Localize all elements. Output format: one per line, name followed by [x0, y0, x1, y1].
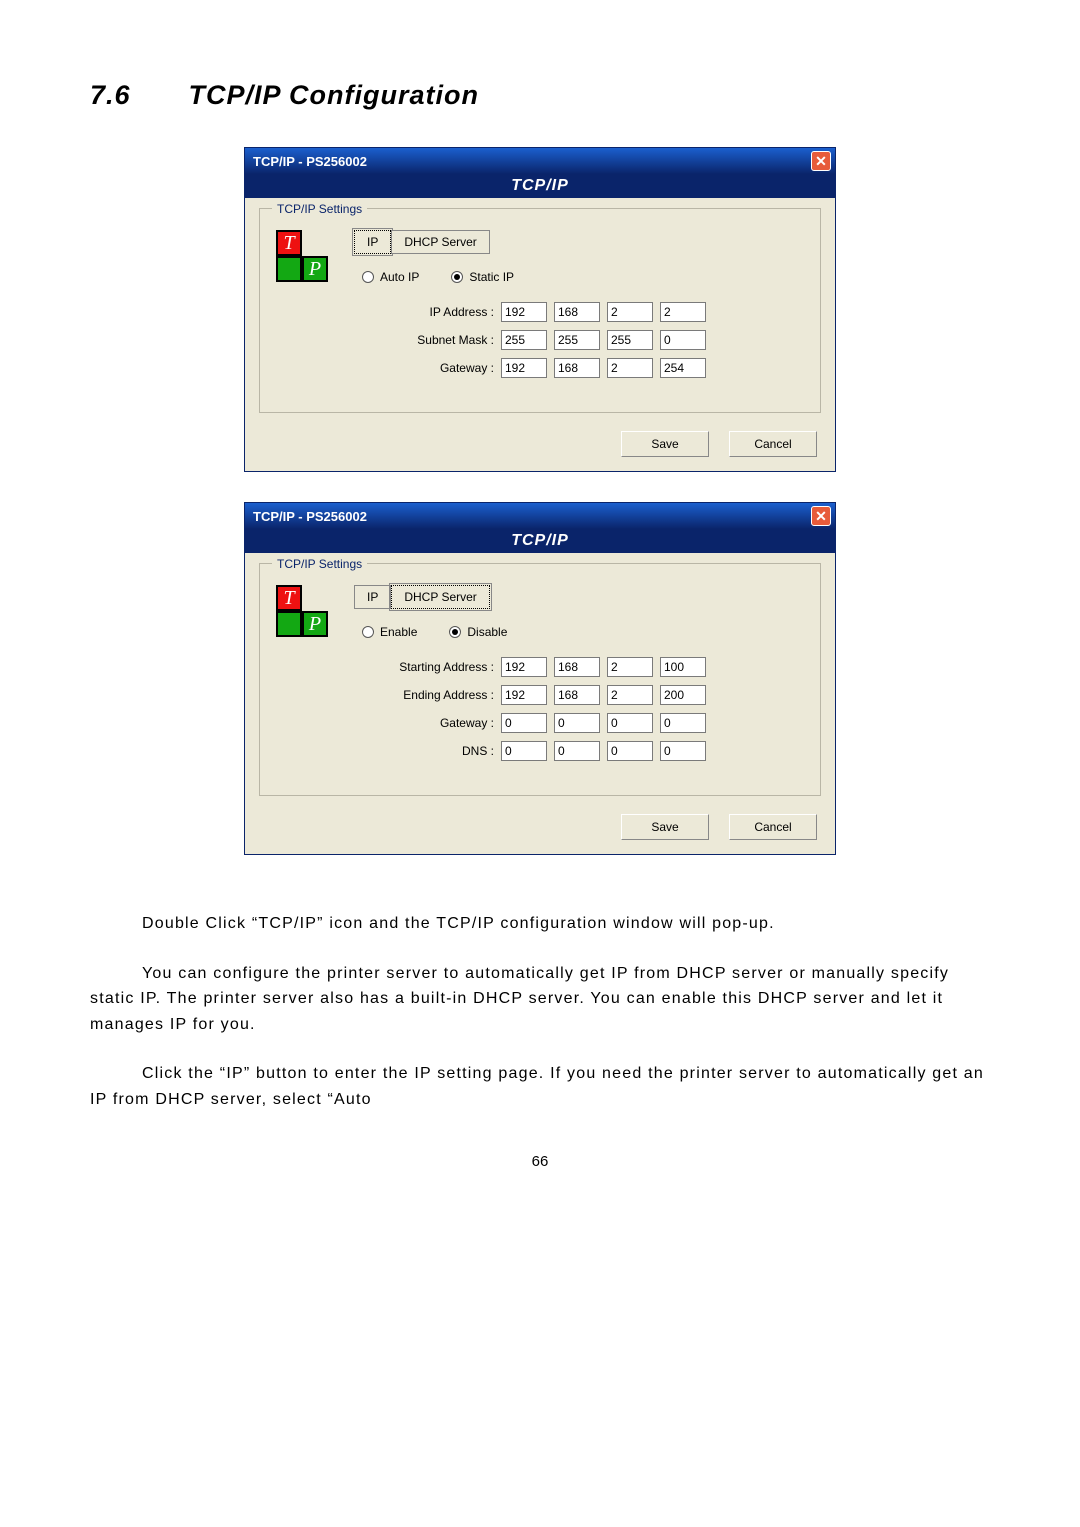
tab-ip[interactable]: IP: [354, 585, 391, 609]
screenshots-area: TCP/IP - PS256002 ✕ TCP/IP TCP/IP Settin…: [90, 147, 990, 855]
gw-octet-1[interactable]: [501, 358, 547, 378]
paragraph-2: You can configure the printer server to …: [90, 961, 990, 1038]
heading-number: 7.6: [90, 80, 180, 111]
row-gateway: Gateway :: [374, 713, 804, 733]
label-gateway: Gateway :: [374, 361, 494, 375]
ip-octet-1[interactable]: [501, 302, 547, 322]
close-button[interactable]: ✕: [811, 151, 831, 171]
window-title: TCP/IP - PS256002: [253, 154, 367, 169]
gw-octet-4[interactable]: [660, 713, 706, 733]
tcpip-settings-group: TCP/IP Settings T P IP DHCP Server: [259, 563, 821, 796]
mask-octet-4[interactable]: [660, 330, 706, 350]
start-octet-3[interactable]: [607, 657, 653, 677]
window-title: TCP/IP - PS256002: [253, 509, 367, 524]
radio-label: Auto IP: [380, 270, 419, 284]
row-starting-address: Starting Address :: [374, 657, 804, 677]
gw-octet-1[interactable]: [501, 713, 547, 733]
ip-octet-3[interactable]: [607, 302, 653, 322]
row-subnet-mask: Subnet Mask :: [374, 330, 804, 350]
start-octet-2[interactable]: [554, 657, 600, 677]
paragraph-1: Double Click “TCP/IP” icon and the TCP/I…: [90, 911, 990, 937]
gw-octet-3[interactable]: [607, 358, 653, 378]
titlebar: TCP/IP - PS256002 ✕: [245, 148, 835, 174]
save-button[interactable]: Save: [621, 814, 709, 840]
end-octet-4[interactable]: [660, 685, 706, 705]
label-gateway: Gateway :: [374, 716, 494, 730]
end-octet-2[interactable]: [554, 685, 600, 705]
close-icon: ✕: [815, 153, 827, 170]
close-button[interactable]: ✕: [811, 506, 831, 526]
header-band: TCP/IP: [245, 529, 835, 553]
dns-octet-3[interactable]: [607, 741, 653, 761]
fieldset-legend: TCP/IP Settings: [272, 557, 367, 571]
radio-icon: [449, 626, 461, 638]
label-end: Ending Address :: [374, 688, 494, 702]
end-octet-1[interactable]: [501, 685, 547, 705]
close-icon: ✕: [815, 508, 827, 525]
start-octet-1[interactable]: [501, 657, 547, 677]
mask-octet-1[interactable]: [501, 330, 547, 350]
row-dns: DNS :: [374, 741, 804, 761]
row-ip-address: IP Address :: [374, 302, 804, 322]
heading-title: TCP/IP Configuration: [189, 80, 479, 110]
radio-enable[interactable]: Enable: [362, 625, 417, 639]
fieldset-legend: TCP/IP Settings: [272, 202, 367, 216]
radio-label: Enable: [380, 625, 417, 639]
start-octet-4[interactable]: [660, 657, 706, 677]
row-ending-address: Ending Address :: [374, 685, 804, 705]
tcpip-icon: T P: [276, 230, 324, 282]
save-button[interactable]: Save: [621, 431, 709, 457]
radio-static-ip[interactable]: Static IP: [451, 270, 514, 284]
row-gateway: Gateway :: [374, 358, 804, 378]
label-start: Starting Address :: [374, 660, 494, 674]
radio-disable[interactable]: Disable: [449, 625, 507, 639]
label-ip: IP Address :: [374, 305, 494, 319]
mask-octet-2[interactable]: [554, 330, 600, 350]
tab-dhcp-server[interactable]: DHCP Server: [391, 230, 489, 254]
gw-octet-4[interactable]: [660, 358, 706, 378]
mask-octet-3[interactable]: [607, 330, 653, 350]
dns-octet-4[interactable]: [660, 741, 706, 761]
radio-icon: [362, 271, 374, 283]
titlebar: TCP/IP - PS256002 ✕: [245, 503, 835, 529]
radio-icon: [362, 626, 374, 638]
radio-icon: [451, 271, 463, 283]
gw-octet-2[interactable]: [554, 713, 600, 733]
header-band: TCP/IP: [245, 174, 835, 198]
ip-octet-4[interactable]: [660, 302, 706, 322]
gw-octet-3[interactable]: [607, 713, 653, 733]
tcpip-dialog-ip: TCP/IP - PS256002 ✕ TCP/IP TCP/IP Settin…: [244, 147, 836, 472]
end-octet-3[interactable]: [607, 685, 653, 705]
paragraph-3: Click the “IP” button to enter the IP se…: [90, 1061, 990, 1112]
ip-octet-2[interactable]: [554, 302, 600, 322]
tab-ip[interactable]: IP: [354, 230, 391, 254]
dns-octet-1[interactable]: [501, 741, 547, 761]
page-number: 66: [90, 1153, 990, 1170]
cancel-button[interactable]: Cancel: [729, 814, 817, 840]
radio-label: Static IP: [469, 270, 514, 284]
radio-label: Disable: [467, 625, 507, 639]
radio-auto-ip[interactable]: Auto IP: [362, 270, 419, 284]
tcpip-icon: T P: [276, 585, 324, 637]
dns-octet-2[interactable]: [554, 741, 600, 761]
tab-dhcp-server[interactable]: DHCP Server: [391, 585, 489, 609]
gw-octet-2[interactable]: [554, 358, 600, 378]
label-dns: DNS :: [374, 744, 494, 758]
label-mask: Subnet Mask :: [374, 333, 494, 347]
tcpip-dialog-dhcp: TCP/IP - PS256002 ✕ TCP/IP TCP/IP Settin…: [244, 502, 836, 855]
tcpip-settings-group: TCP/IP Settings T P IP DHCP Server: [259, 208, 821, 413]
section-heading: 7.6 TCP/IP Configuration: [90, 80, 990, 111]
cancel-button[interactable]: Cancel: [729, 431, 817, 457]
